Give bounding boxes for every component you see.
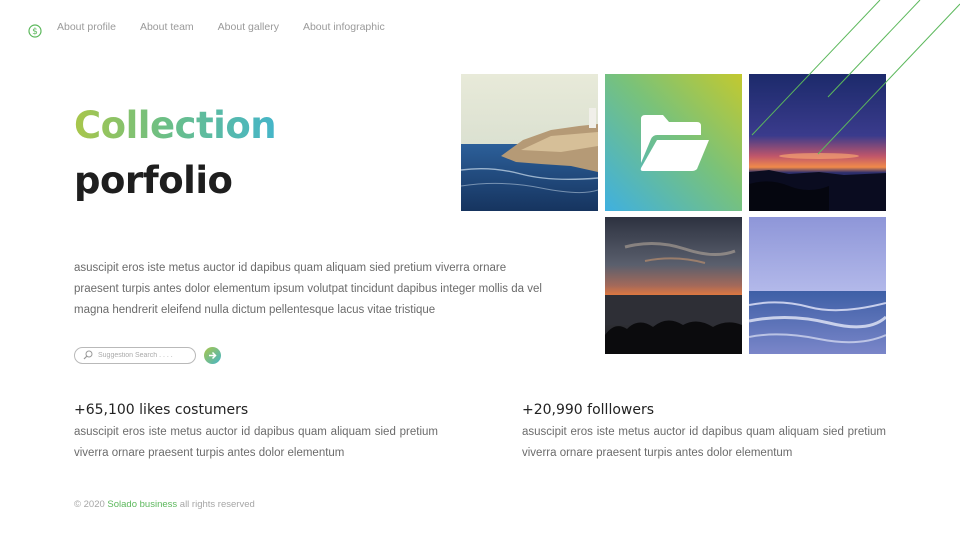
search-icon [83, 347, 93, 365]
search-submit-button[interactable] [204, 347, 221, 364]
stat-likes-text: asuscipit eros iste metus auctor id dapi… [74, 426, 438, 459]
stat-followers-text: asuscipit eros iste metus auctor id dapi… [522, 426, 886, 459]
hero-title-main: porfolio [74, 159, 233, 202]
folder-open-icon [640, 114, 709, 171]
arrow-right-icon [209, 351, 217, 360]
footer-rights: all rights reserved [179, 499, 255, 510]
gallery-photo-beach-waves[interactable] [749, 217, 886, 354]
hero-description: asuscipit eros iste metus auctor id dapi… [74, 262, 542, 316]
gallery-photo-dusk-coast[interactable] [749, 74, 886, 211]
footer-brand-link[interactable]: Solado business [107, 499, 177, 510]
nav-about-team[interactable]: About team [140, 21, 194, 33]
logo-icon[interactable]: $ [28, 24, 42, 38]
footer: © 2020 Solado business all rights reserv… [74, 499, 255, 510]
stat-likes-title: +65,100 likes costumers [74, 402, 249, 418]
svg-text:$: $ [32, 27, 38, 37]
stat-likes: +65,100 likes costumers asuscipit eros i… [74, 402, 438, 464]
stat-followers-title: +20,990 folllowers [522, 402, 655, 418]
top-nav: About profile About team About gallery A… [57, 21, 385, 33]
footer-copyright: © 2020 [74, 499, 105, 510]
hero-title-accent: Collection [74, 104, 277, 147]
search-input[interactable] [98, 352, 188, 359]
nav-about-infographic[interactable]: About infographic [303, 21, 385, 33]
search-box[interactable] [74, 347, 196, 364]
gallery-photo-coast-lighthouse[interactable] [461, 74, 598, 211]
gallery-folder-tile[interactable] [605, 74, 742, 211]
nav-about-profile[interactable]: About profile [57, 21, 116, 33]
nav-about-gallery[interactable]: About gallery [218, 21, 279, 33]
gallery-photo-sunset-city[interactable] [605, 217, 742, 354]
stat-followers: +20,990 folllowers asuscipit eros iste m… [522, 402, 886, 464]
